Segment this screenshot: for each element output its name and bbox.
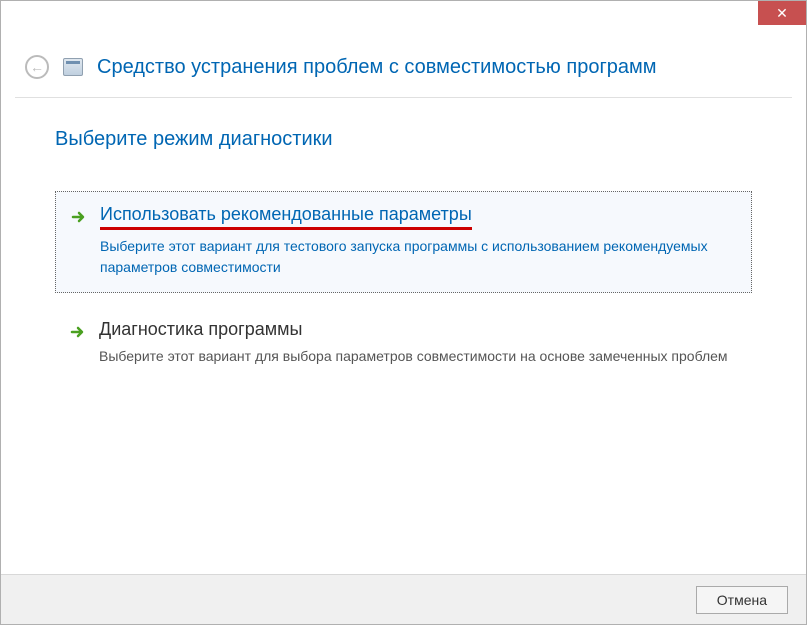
cancel-button[interactable]: Отмена — [696, 586, 788, 614]
option-title: Диагностика программы — [99, 319, 302, 340]
option-title: Использовать рекомендованные параметры — [100, 204, 472, 230]
option-row: Использовать рекомендованные параметры В… — [70, 204, 737, 278]
arrow-right-icon — [70, 208, 88, 226]
header-row: ← Средство устранения проблем с совмести… — [1, 33, 806, 97]
titlebar: ✕ — [1, 1, 806, 33]
option-recommended-settings[interactable]: Использовать рекомендованные параметры В… — [55, 191, 752, 293]
option-diagnose-program[interactable]: Диагностика программы Выберите этот вари… — [55, 307, 752, 381]
option-description: Выберите этот вариант для тестового запу… — [100, 236, 737, 278]
option-text: Использовать рекомендованные параметры В… — [100, 204, 737, 278]
arrow-right-icon — [69, 323, 87, 341]
close-button[interactable]: ✕ — [758, 1, 806, 25]
close-icon: ✕ — [776, 5, 788, 22]
option-row: Диагностика программы Выберите этот вари… — [69, 319, 738, 367]
back-button[interactable]: ← — [25, 55, 49, 79]
option-text: Диагностика программы Выберите этот вари… — [99, 319, 738, 367]
footer: Отмена — [1, 574, 806, 624]
back-arrow-icon: ← — [30, 59, 44, 75]
window-title: Средство устранения проблем с совместимо… — [97, 56, 656, 79]
troubleshooter-window: ✕ ← Средство устранения проблем с совмес… — [0, 0, 807, 625]
option-description: Выберите этот вариант для выбора парамет… — [99, 346, 738, 367]
page-subtitle: Выберите режим диагностики — [55, 128, 752, 151]
content-area: Выберите режим диагностики Использовать … — [15, 97, 792, 567]
troubleshooter-icon — [63, 58, 83, 76]
